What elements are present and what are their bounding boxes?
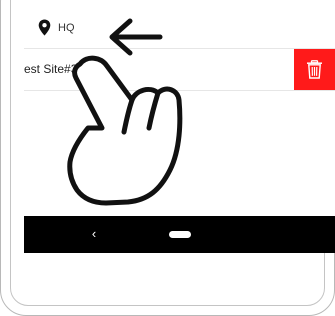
system-nav-bar: ‹	[24, 216, 335, 253]
location-row[interactable]: HQ	[24, 0, 335, 49]
app-screen: HQ est Site#3 ‹	[24, 0, 335, 253]
back-chevron-icon[interactable]: ‹	[84, 224, 104, 244]
site-name: est Site#3	[24, 62, 78, 76]
map-pin-icon	[38, 19, 51, 36]
trash-icon	[307, 60, 322, 79]
home-pill-icon[interactable]	[169, 231, 191, 238]
site-list-item[interactable]: est Site#3	[24, 49, 335, 91]
delete-site-button[interactable]	[294, 49, 335, 90]
location-label: HQ	[58, 22, 75, 34]
